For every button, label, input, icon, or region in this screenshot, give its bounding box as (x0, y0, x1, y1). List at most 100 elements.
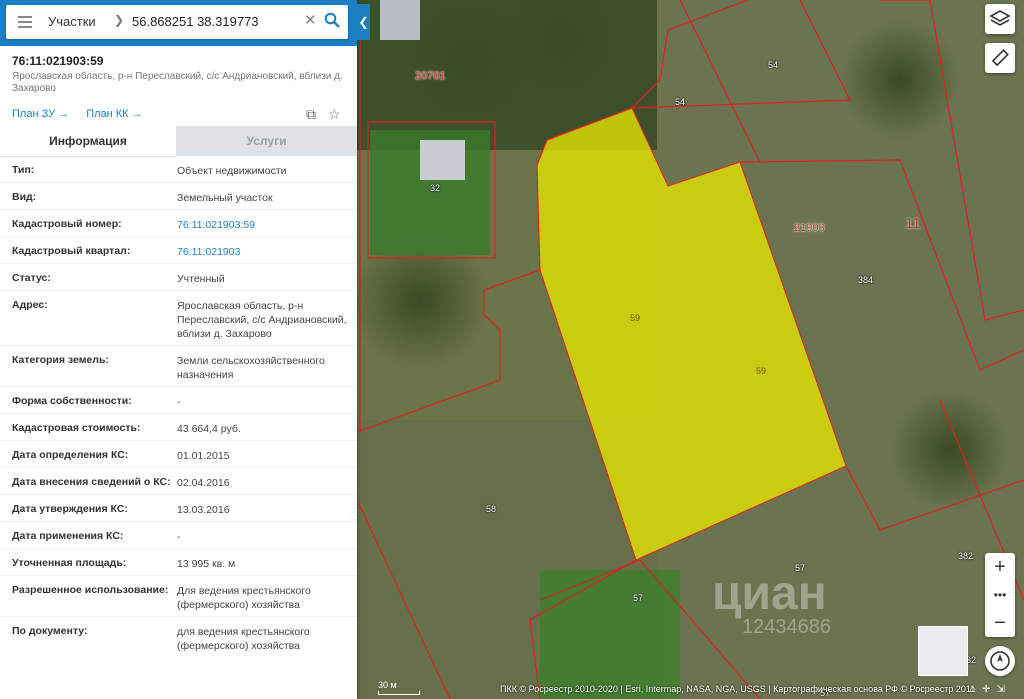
compass-icon (990, 651, 1010, 671)
cadastral-number-title: 76:11:021903:59 (12, 54, 104, 68)
table-row: Дата применения КС: - (0, 522, 357, 549)
search-box: Участки ❯ ✕ (6, 5, 348, 39)
search-bar: Участки ❯ ✕ (0, 0, 357, 46)
row-value: 01.01.2015 (177, 450, 230, 462)
row-key: Разрешенное использование: (12, 584, 169, 596)
zoom-control: + ••• − (985, 553, 1015, 637)
info-table: Тип: Объект недвижимости Вид: Земельный уч… (0, 156, 357, 657)
row-value: Земли сельскохозяйственного назначения (177, 355, 325, 381)
clear-icon[interactable]: ✕ (304, 11, 317, 29)
row-key: Адрес: (12, 299, 48, 311)
map-label-quarter: 20701 (415, 70, 446, 82)
info-panel: Участки ❯ ✕ 76:11:021903:59 Ярославская … (0, 0, 357, 699)
row-key: Статус: (12, 272, 51, 284)
table-row: Категория земель: Земли сельскохозяйствен… (0, 346, 357, 387)
minimap[interactable] (918, 626, 968, 676)
table-row: По документу: для ведения крестьянского (… (0, 617, 357, 657)
menu-icon[interactable] (18, 16, 32, 28)
house-roof (420, 140, 465, 180)
map-label: 57 (633, 593, 644, 603)
row-value: 02.04.2016 (177, 477, 230, 489)
zoom-in-button[interactable]: + (985, 553, 1015, 581)
search-type-select[interactable]: Участки (48, 14, 96, 29)
home-icon[interactable]: ⌂ (970, 684, 982, 695)
ruler-icon (991, 49, 1009, 67)
row-key: Вид: (12, 191, 37, 203)
row-key: Форма собственности: (12, 395, 132, 407)
card-header: 76:11:021903:59 Ярославская область, р-н… (12, 54, 347, 95)
card-address: Ярославская область, р-н Переславский, с… (12, 71, 343, 94)
cadastral-number-link[interactable]: 76:11:021903:59 (177, 218, 349, 232)
row-key: Кадастровый квартал: (12, 245, 131, 257)
map-label-quarter: 21903 (794, 222, 825, 234)
row-value: 13.03.2016 (177, 504, 230, 516)
row-value: Объект недвижимости (177, 165, 287, 177)
table-row: Кадастровый номер: 76:11:021903:59 (0, 210, 357, 237)
watermark: циан (712, 567, 827, 620)
row-key: Кадастровая стоимость: (12, 422, 141, 434)
table-row: Адрес: Ярославская область, р-н Переславс… (0, 291, 357, 346)
scale-label: 30 м (378, 680, 397, 690)
table-row: Разрешенное использование: Для ведения кр… (0, 576, 357, 617)
row-value: для ведения крестьянского (фермерского) … (177, 626, 310, 652)
search-icon[interactable] (324, 12, 340, 28)
row-key: По документу: (12, 625, 88, 637)
row-value: Земельный участок (177, 192, 273, 204)
collapse-panel-button[interactable]: ❮ (357, 4, 370, 40)
row-key: Категория земель: (12, 354, 109, 366)
row-value: Учтенный (177, 273, 225, 285)
map-label: 54 (768, 60, 779, 70)
row-key: Кадастровый номер: (12, 218, 122, 230)
more-button[interactable]: ••• (985, 581, 1015, 609)
map-label-parcel: 59 (756, 366, 767, 376)
table-row: Кадастровая стоимость: 43 664,4 руб. (0, 414, 357, 441)
map-label: 58 (486, 504, 497, 514)
locate-icon[interactable]: ✛ (982, 684, 996, 695)
zoom-out-button[interactable]: − (985, 609, 1015, 637)
row-value: 43 664,4 руб. (177, 423, 241, 435)
chevron-down-icon[interactable]: ❯ (114, 13, 124, 27)
table-row: Дата утверждения КС: 13.03.2016 (0, 495, 357, 522)
row-key: Тип: (12, 164, 35, 176)
map-copyright: ПКК © Росреестр 2010-2020 | Esri, Interm… (500, 684, 976, 694)
map-label: 54 (675, 97, 686, 107)
plan-links: План ЗУ → План КК → (12, 108, 157, 120)
map-label: 384 (858, 275, 874, 285)
tab-info[interactable]: Информация (0, 126, 176, 157)
row-key: Дата применения КС: (12, 530, 124, 542)
plan-zu-link[interactable]: План ЗУ → (12, 108, 69, 120)
table-row: Дата внесения сведений о КС: 02.04.2016 (0, 468, 357, 495)
table-row: Вид: Земельный участок (0, 183, 357, 210)
measure-button[interactable] (985, 43, 1015, 73)
map-label: 32 (430, 183, 441, 193)
row-value: 13 995 кв. м (177, 558, 236, 570)
zoom-to-icon[interactable]: ⧉ (306, 106, 316, 123)
table-row: Кадастровый квартал: 76:11:021903 (0, 237, 357, 264)
compass-button[interactable] (985, 646, 1015, 676)
table-row: Уточненная площадь: 13 995 кв. м (0, 549, 357, 576)
map-label-district: 11 (905, 215, 921, 232)
row-key: Уточненная площадь: (12, 557, 127, 569)
map-label-parcel: 59 (630, 313, 641, 323)
row-value: Ярославская область, р-н Переславский, с… (177, 300, 347, 340)
row-value: - (177, 531, 181, 543)
search-input[interactable] (132, 12, 300, 30)
row-value: - (177, 396, 181, 408)
map-label: 382 (958, 551, 974, 561)
row-key: Дата внесения сведений о КС: (12, 476, 171, 488)
tab-services[interactable]: Услуги (176, 126, 357, 156)
row-key: Дата определения КС: (12, 449, 129, 461)
expand-icon[interactable]: ⇲ (996, 684, 1010, 695)
table-row: Тип: Объект недвижимости (0, 156, 357, 183)
watermark-id: 12434686 (742, 616, 831, 638)
table-row: Статус: Учтенный (0, 264, 357, 291)
table-row: Дата определения КС: 01.01.2015 (0, 441, 357, 468)
star-icon[interactable]: ☆ (328, 106, 341, 123)
cadastral-quarter-link[interactable]: 76:11:021903 (177, 245, 349, 259)
layers-button[interactable] (985, 4, 1015, 34)
plan-kk-link[interactable]: План КК → (86, 108, 142, 120)
row-key: Дата утверждения КС: (12, 503, 128, 515)
scale-bar: 30 м (378, 680, 420, 695)
table-row: Форма собственности: - (0, 387, 357, 414)
tabs: Информация Услуги (0, 126, 357, 157)
